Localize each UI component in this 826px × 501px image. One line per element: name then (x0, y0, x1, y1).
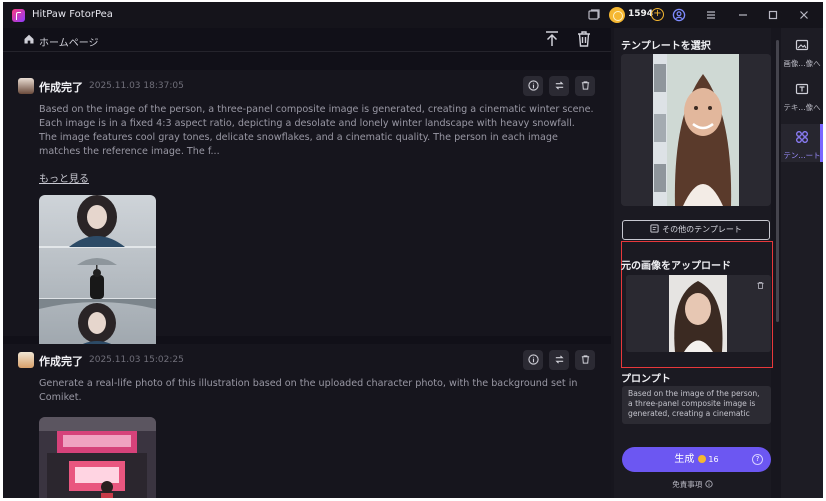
upload-section: 元の画像をアップロード (621, 241, 773, 368)
feature-rail: 画像...像へ テキ...像へ テン...ート (781, 28, 823, 498)
account-icon[interactable] (672, 7, 686, 23)
template-panel: テンプレートを選択 その他のテンプレート 元の画像をアップロード プロンプト B… (614, 28, 773, 498)
trash-icon (581, 81, 589, 90)
gallery-icon[interactable] (587, 7, 601, 23)
selected-template-preview[interactable] (621, 54, 771, 206)
panel-scrollbar[interactable] (776, 40, 779, 322)
minimize-icon[interactable] (737, 7, 749, 23)
app-title: HitPaw FotorPea (32, 9, 113, 20)
rail-item-image-to-image[interactable]: 画像...像へ (781, 34, 823, 74)
show-more-link[interactable]: もっと見る (39, 170, 89, 185)
upload-title: 元の画像をアップロード (621, 261, 731, 272)
title-bar: HitPaw FotorPea 1594 + (3, 2, 823, 28)
info-button[interactable] (523, 350, 543, 370)
text-image-icon (795, 83, 809, 95)
record-thumbnail (18, 352, 34, 368)
close-icon[interactable] (798, 7, 810, 23)
menu-icon[interactable] (705, 7, 717, 23)
template-icon (650, 224, 659, 233)
disclaimer-link[interactable]: 免責事項 (614, 479, 771, 490)
prompt-title: プロンプト (621, 374, 671, 385)
info-icon (705, 480, 713, 488)
other-templates-button[interactable]: その他のテンプレート (622, 220, 770, 240)
generate-label: 生成 (674, 454, 695, 465)
history-record: 作成完了 2025.11.03 18:37:05 Based on the im… (3, 70, 611, 351)
refresh-icon (554, 81, 564, 90)
regenerate-button[interactable] (549, 350, 569, 370)
app-logo-icon (12, 9, 25, 22)
history-record: 作成完了 2025.11.03 15:02:25 Generate a real… (3, 344, 611, 498)
rail-item-label: テキ...像へ (783, 103, 821, 112)
rail-item-label: 画像...像へ (783, 59, 821, 68)
coin-icon (698, 455, 707, 463)
generate-button[interactable]: 生成 16 ? (622, 447, 771, 472)
result-image[interactable] (39, 195, 156, 351)
template-title: テンプレートを選択 (621, 41, 711, 52)
home-icon[interactable] (23, 33, 35, 45)
record-status: 作成完了 (39, 81, 83, 94)
maximize-icon[interactable] (767, 7, 779, 23)
result-image[interactable] (39, 417, 156, 498)
delete-upload-icon[interactable] (756, 281, 765, 290)
rail-item-template[interactable]: テン...ート (781, 124, 823, 162)
record-prompt: Generate a real-life photo of this illus… (39, 378, 578, 403)
credits-count: 1594 (628, 9, 654, 19)
generate-cost: 16 (708, 455, 719, 464)
home-link[interactable]: ホームページ (39, 34, 99, 49)
record-date: 2025.11.03 18:37:05 (89, 81, 184, 91)
history-panel: ホームページ 作成完了 2025.11.03 18:37:05 Based on… (3, 28, 611, 498)
info-button[interactable] (523, 76, 543, 96)
rail-item-text-to-image[interactable]: テキ...像へ (781, 78, 823, 118)
clear-history-icon[interactable] (574, 29, 594, 49)
history-toolbar: ホームページ (3, 28, 611, 52)
regenerate-button[interactable] (549, 76, 569, 96)
info-icon (527, 354, 539, 365)
record-thumbnail (18, 78, 34, 94)
rail-item-label: テン...ート (783, 151, 821, 160)
delete-record-button[interactable] (575, 350, 595, 370)
prompt-input[interactable]: Based on the image of the person, a thre… (622, 386, 771, 424)
record-date: 2025.11.03 15:02:25 (89, 355, 184, 365)
uploaded-image (626, 275, 771, 352)
delete-record-button[interactable] (575, 76, 595, 96)
record-prompt: Based on the image of the person, a thre… (39, 104, 594, 157)
record-status: 作成完了 (39, 355, 83, 368)
trash-icon (581, 355, 589, 364)
other-templates-label: その他のテンプレート (662, 225, 742, 234)
scroll-top-icon[interactable] (542, 29, 562, 49)
add-credits-button[interactable]: + (651, 8, 664, 21)
image-icon (795, 39, 809, 51)
uploaded-image-box[interactable] (626, 275, 771, 352)
template-grid-icon (796, 131, 808, 143)
app-window: HitPaw FotorPea 1594 + ホームページ 作成完了 2025.… (3, 2, 823, 498)
coin-icon (609, 7, 625, 23)
disclaimer-label: 免責事項 (672, 480, 703, 489)
refresh-icon (554, 355, 564, 364)
help-icon[interactable]: ? (752, 454, 763, 465)
info-icon (527, 80, 539, 91)
